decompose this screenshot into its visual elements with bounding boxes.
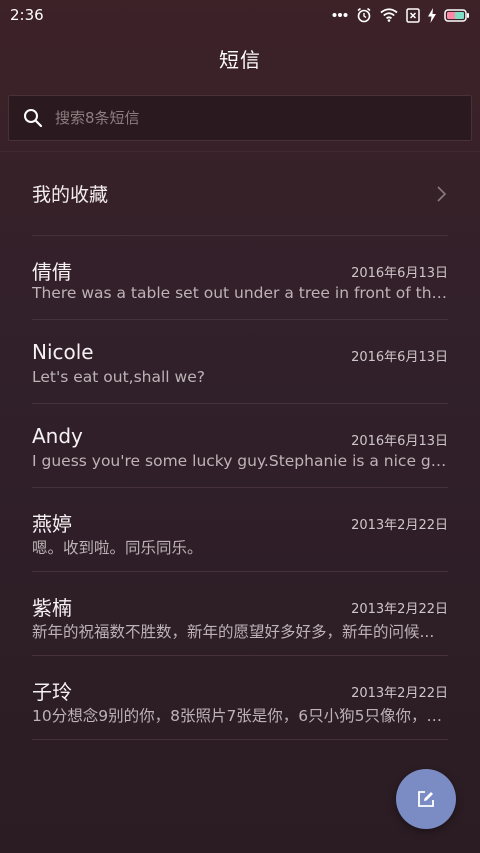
alarm-icon [357, 7, 371, 23]
contact-name: 紫楠 [32, 596, 72, 620]
message-preview: 新年的祝福数不胜数，新年的愿望好多好多，新年的问候... [32, 623, 435, 641]
sim-off-icon [406, 7, 420, 23]
header: 短信 [0, 30, 480, 86]
charging-icon [428, 7, 436, 23]
compose-icon [418, 791, 434, 807]
favorites-row[interactable]: 我的收藏 [32, 152, 448, 236]
status-icons [332, 7, 470, 23]
contact-name: 倩倩 [32, 260, 72, 284]
contact-name: 子玲 [32, 680, 72, 704]
message-date: 2016年6月13日 [351, 434, 448, 449]
conversation-item[interactable]: 子玲 2013年2月22日 10分想念9别的你，8张照片7张是你，6只小狗5只像… [32, 656, 448, 740]
status-time: 2:36 [10, 6, 44, 24]
message-date: 2013年2月22日 [351, 602, 448, 617]
message-preview: Let's eat out,shall we? [32, 368, 205, 386]
conversation-item[interactable]: 紫楠 2013年2月22日 新年的祝福数不胜数，新年的愿望好多好多，新年的问候.… [32, 572, 448, 656]
more-dots-icon [332, 13, 348, 17]
message-preview: I guess you're some lucky guy.Stephanie … [32, 452, 448, 470]
conversation-list: 我的收藏 倩倩 2016年6月13日 There was a table set… [0, 152, 480, 740]
message-date: 2016年6月13日 [351, 266, 448, 281]
conversation-item[interactable]: Nicole 2016年6月13日 Let's eat out,shall we… [32, 320, 448, 404]
contact-name: Andy [32, 424, 83, 448]
message-date: 2016年6月13日 [351, 350, 448, 365]
message-preview: 10分想念9别的你，8张照片7张是你，6只小狗5只像你，4... [32, 707, 448, 725]
contact-name: Nicole [32, 340, 94, 364]
battery-icon [444, 8, 469, 22]
conversation-item[interactable]: Andy 2016年6月13日 I guess you're some luck… [32, 404, 448, 488]
search-icon [24, 109, 43, 128]
compose-button[interactable] [396, 769, 456, 829]
conversation-item[interactable]: 燕婷 2013年2月22日 嗯。收到啦。同乐同乐。 [32, 488, 448, 572]
message-preview: There was a table set out under a tree i… [32, 284, 448, 302]
search-container [0, 86, 480, 141]
conversation-item[interactable]: 倩倩 2016年6月13日 There was a table set out … [32, 236, 448, 320]
search-box[interactable] [8, 95, 472, 141]
favorites-label: 我的收藏 [32, 184, 109, 206]
wifi-icon [380, 8, 398, 22]
search-input[interactable] [55, 96, 471, 140]
message-preview: 嗯。收到啦。同乐同乐。 [32, 539, 203, 557]
status-bar: 2:36 [0, 0, 480, 30]
messages-app: 2:36 短信 搜索8条短信 我的收藏 倩倩 2016年6月13日 There … [0, 0, 480, 853]
message-date: 2013年2月22日 [351, 686, 448, 701]
message-date: 2013年2月22日 [351, 518, 448, 533]
chevron-right-icon [437, 185, 447, 202]
page-title: 短信 [219, 47, 261, 72]
contact-name: 燕婷 [32, 512, 72, 536]
